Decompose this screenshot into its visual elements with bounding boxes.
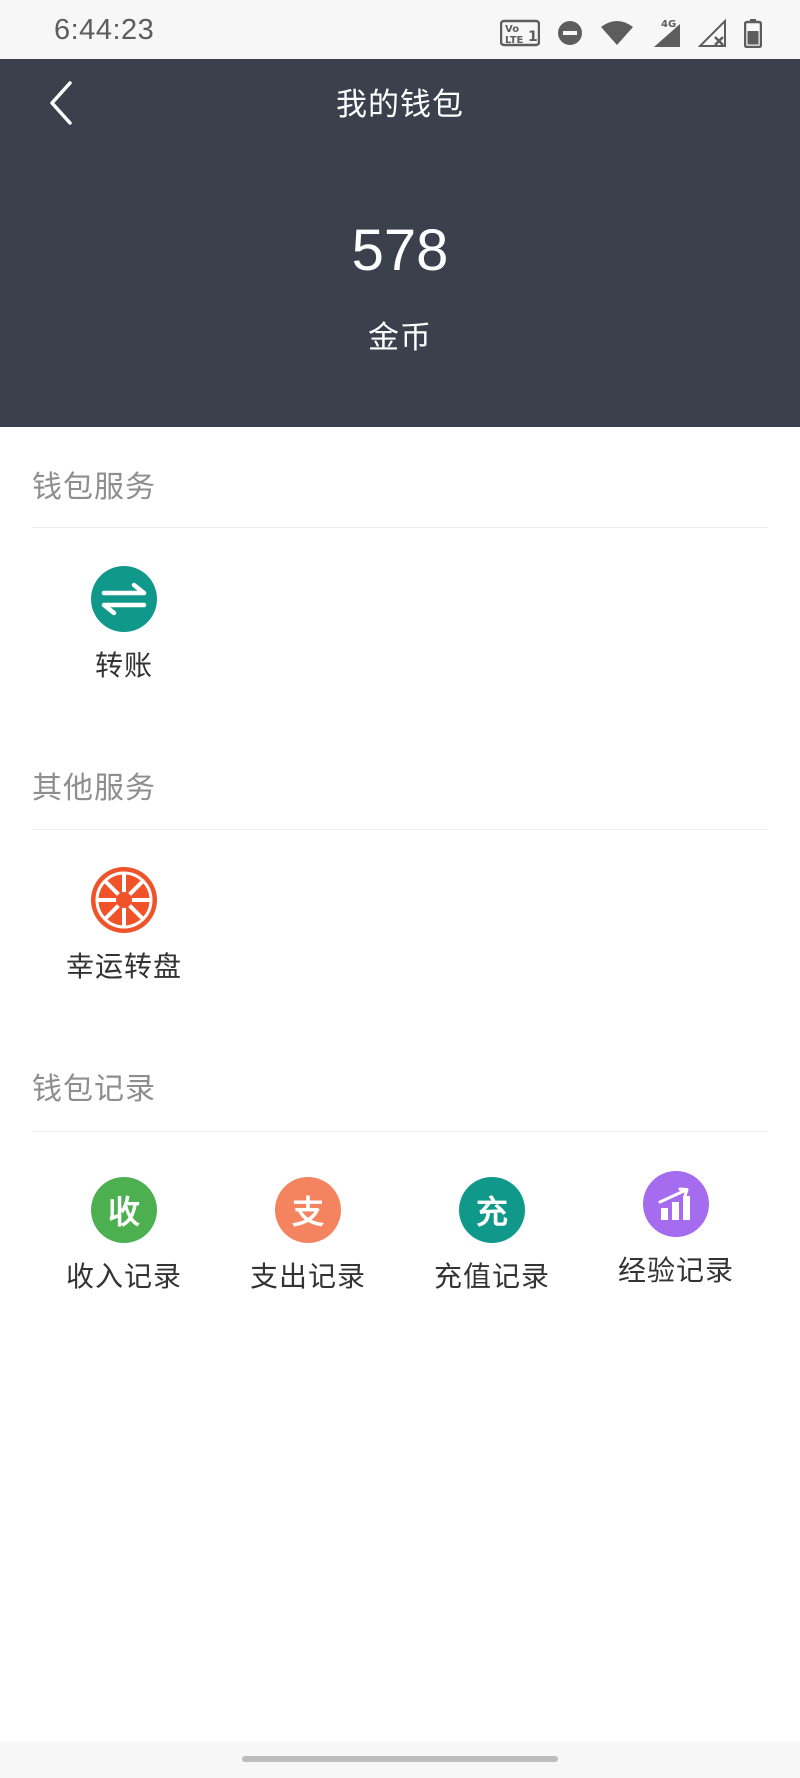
income-glyph: 收 xyxy=(107,1193,140,1231)
volte-icon: Vo LTE 1 xyxy=(500,19,540,47)
wifi-icon xyxy=(601,21,633,45)
lucky-wheel-button[interactable]: 幸运转盘 xyxy=(32,867,216,985)
transfer-button[interactable]: 转账 xyxy=(32,566,216,684)
svg-text:Vo: Vo xyxy=(505,24,519,35)
income-records-button[interactable]: 收 收入记录 xyxy=(32,1177,216,1295)
section-title-wallet-records: 钱包记录 xyxy=(32,1072,156,1107)
divider xyxy=(32,527,768,528)
experience-records-button[interactable]: 经验记录 xyxy=(584,1171,768,1289)
recharge-glyph: 充 xyxy=(475,1193,508,1231)
coin-balance: 578 xyxy=(351,218,449,283)
status-time: 6:44:23 xyxy=(54,14,155,46)
experience-chart-icon xyxy=(643,1171,709,1237)
recharge-records-label: 充值记录 xyxy=(433,1260,550,1293)
svg-text:LTE: LTE xyxy=(505,35,524,46)
transfer-label: 转账 xyxy=(94,649,153,682)
expense-glyph: 支 xyxy=(291,1193,324,1231)
coin-label: 金币 xyxy=(368,320,432,356)
income-records-label: 收入记录 xyxy=(65,1260,182,1293)
expense-records-button[interactable]: 支 支出记录 xyxy=(216,1177,400,1295)
divider xyxy=(32,1131,768,1132)
status-bar: 6:44:23 Vo LTE 1 4G xyxy=(0,0,800,59)
expense-records-label: 支出记录 xyxy=(249,1260,366,1293)
transfer-icon xyxy=(91,566,157,632)
svg-text:1: 1 xyxy=(528,29,538,45)
status-icons: Vo LTE 1 4G xyxy=(500,17,762,49)
lucky-wheel-label: 幸运转盘 xyxy=(65,950,182,983)
signal-x-icon xyxy=(698,18,726,47)
svg-text:4G: 4G xyxy=(661,19,676,30)
home-indicator[interactable] xyxy=(242,1756,558,1762)
income-icon: 收 xyxy=(91,1177,157,1243)
recharge-icon: 充 xyxy=(459,1177,525,1243)
divider xyxy=(32,829,768,830)
experience-records-label: 经验记录 xyxy=(617,1254,734,1287)
battery-icon xyxy=(744,19,762,48)
recharge-records-button[interactable]: 充 充值记录 xyxy=(400,1177,584,1295)
wallet-header: 我的钱包 578 金币 xyxy=(0,59,800,427)
signal-icon: 4G xyxy=(654,19,680,47)
lucky-wheel-icon xyxy=(91,867,157,933)
dnd-icon xyxy=(558,21,582,45)
page-title: 我的钱包 xyxy=(336,87,464,123)
section-title-wallet-services: 钱包服务 xyxy=(32,470,156,505)
section-title-other-services: 其他服务 xyxy=(32,771,156,806)
expense-icon: 支 xyxy=(275,1177,341,1243)
